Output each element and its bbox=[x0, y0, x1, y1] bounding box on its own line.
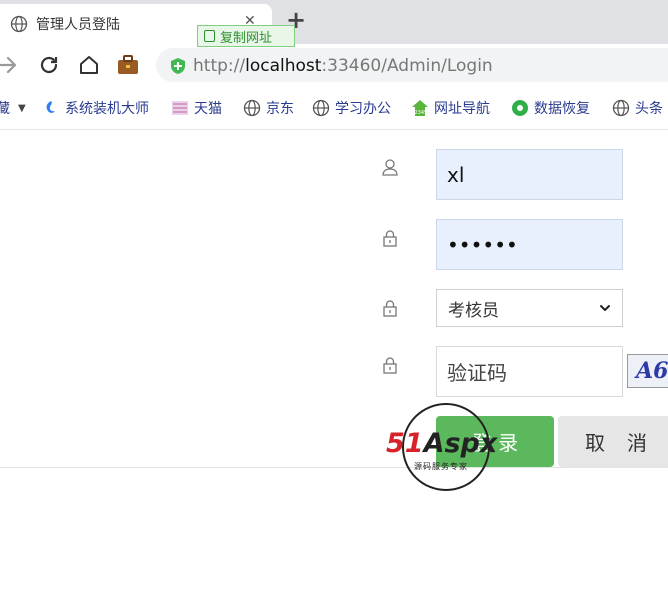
navigation-bar: http://localhost:33460/Admin/Login bbox=[0, 44, 668, 86]
bookmark-item-2[interactable]: 天猫 bbox=[171, 98, 222, 118]
bookmark-item-4[interactable]: 学习办公 bbox=[312, 98, 391, 118]
captcha-input[interactable]: 验证码 bbox=[436, 346, 623, 397]
tmall-icon bbox=[172, 101, 188, 115]
lock-icon bbox=[383, 357, 397, 374]
chevron-down-icon bbox=[600, 305, 610, 311]
bookmark-item-5[interactable]: 2345 网址导航 bbox=[411, 98, 490, 118]
copy-url-button[interactable]: 复制网址 bbox=[197, 25, 295, 47]
bookmark-item-3[interactable]: 京东 bbox=[243, 98, 294, 118]
username-input[interactable]: xl bbox=[436, 149, 623, 200]
browser-tab-strip: 管理人员登陆 ✕ + bbox=[0, 0, 668, 44]
copy-url-label: 复制网址 bbox=[220, 30, 273, 46]
svg-text:2345: 2345 bbox=[415, 110, 428, 116]
briefcase-icon[interactable] bbox=[116, 53, 140, 77]
reload-icon[interactable] bbox=[37, 53, 61, 77]
user-icon bbox=[382, 159, 398, 176]
role-select[interactable]: 考核员 bbox=[436, 289, 623, 327]
bookmark-item-6[interactable]: 数据恢复 bbox=[511, 98, 590, 118]
globe-icon bbox=[612, 99, 630, 117]
globe-icon bbox=[243, 99, 261, 117]
address-bar[interactable]: http://localhost:33460/Admin/Login bbox=[156, 48, 668, 82]
cancel-button[interactable]: 取消 bbox=[558, 416, 668, 467]
recovery-icon bbox=[512, 100, 528, 116]
url-text: http://localhost:33460/Admin/Login bbox=[193, 56, 493, 76]
bookmark-item-0[interactable]: 藏 ▼ bbox=[0, 98, 26, 118]
password-input[interactable]: •••••• bbox=[436, 219, 623, 270]
globe-icon bbox=[312, 99, 330, 117]
copy-icon bbox=[204, 30, 215, 42]
role-selected-value: 考核员 bbox=[448, 300, 499, 321]
system-icon bbox=[46, 101, 55, 113]
2345-icon: 2345 bbox=[412, 100, 428, 116]
home-icon[interactable] bbox=[77, 53, 101, 77]
tab-title: 管理人员登陆 bbox=[36, 17, 120, 33]
dropdown-arrow-icon: ▼ bbox=[18, 102, 26, 114]
globe-icon bbox=[10, 15, 28, 33]
captcha-image[interactable]: A6S bbox=[627, 354, 668, 388]
forward-arrow-icon[interactable] bbox=[0, 53, 20, 77]
lock-icon bbox=[383, 300, 397, 317]
divider bbox=[0, 467, 668, 468]
secure-shield-icon bbox=[171, 58, 185, 74]
bookmarks-bar: 藏 ▼ 系统装机大师 天猫 京东 学习办公 2345 网址导航 数据恢复 头条 bbox=[0, 86, 668, 130]
bookmark-item-7[interactable]: 头条 bbox=[612, 98, 663, 118]
bookmark-item-1[interactable]: 系统装机大师 bbox=[42, 98, 149, 118]
watermark-logo: 51Aspx 源码服务专家 bbox=[380, 401, 510, 495]
lock-icon bbox=[383, 230, 397, 247]
